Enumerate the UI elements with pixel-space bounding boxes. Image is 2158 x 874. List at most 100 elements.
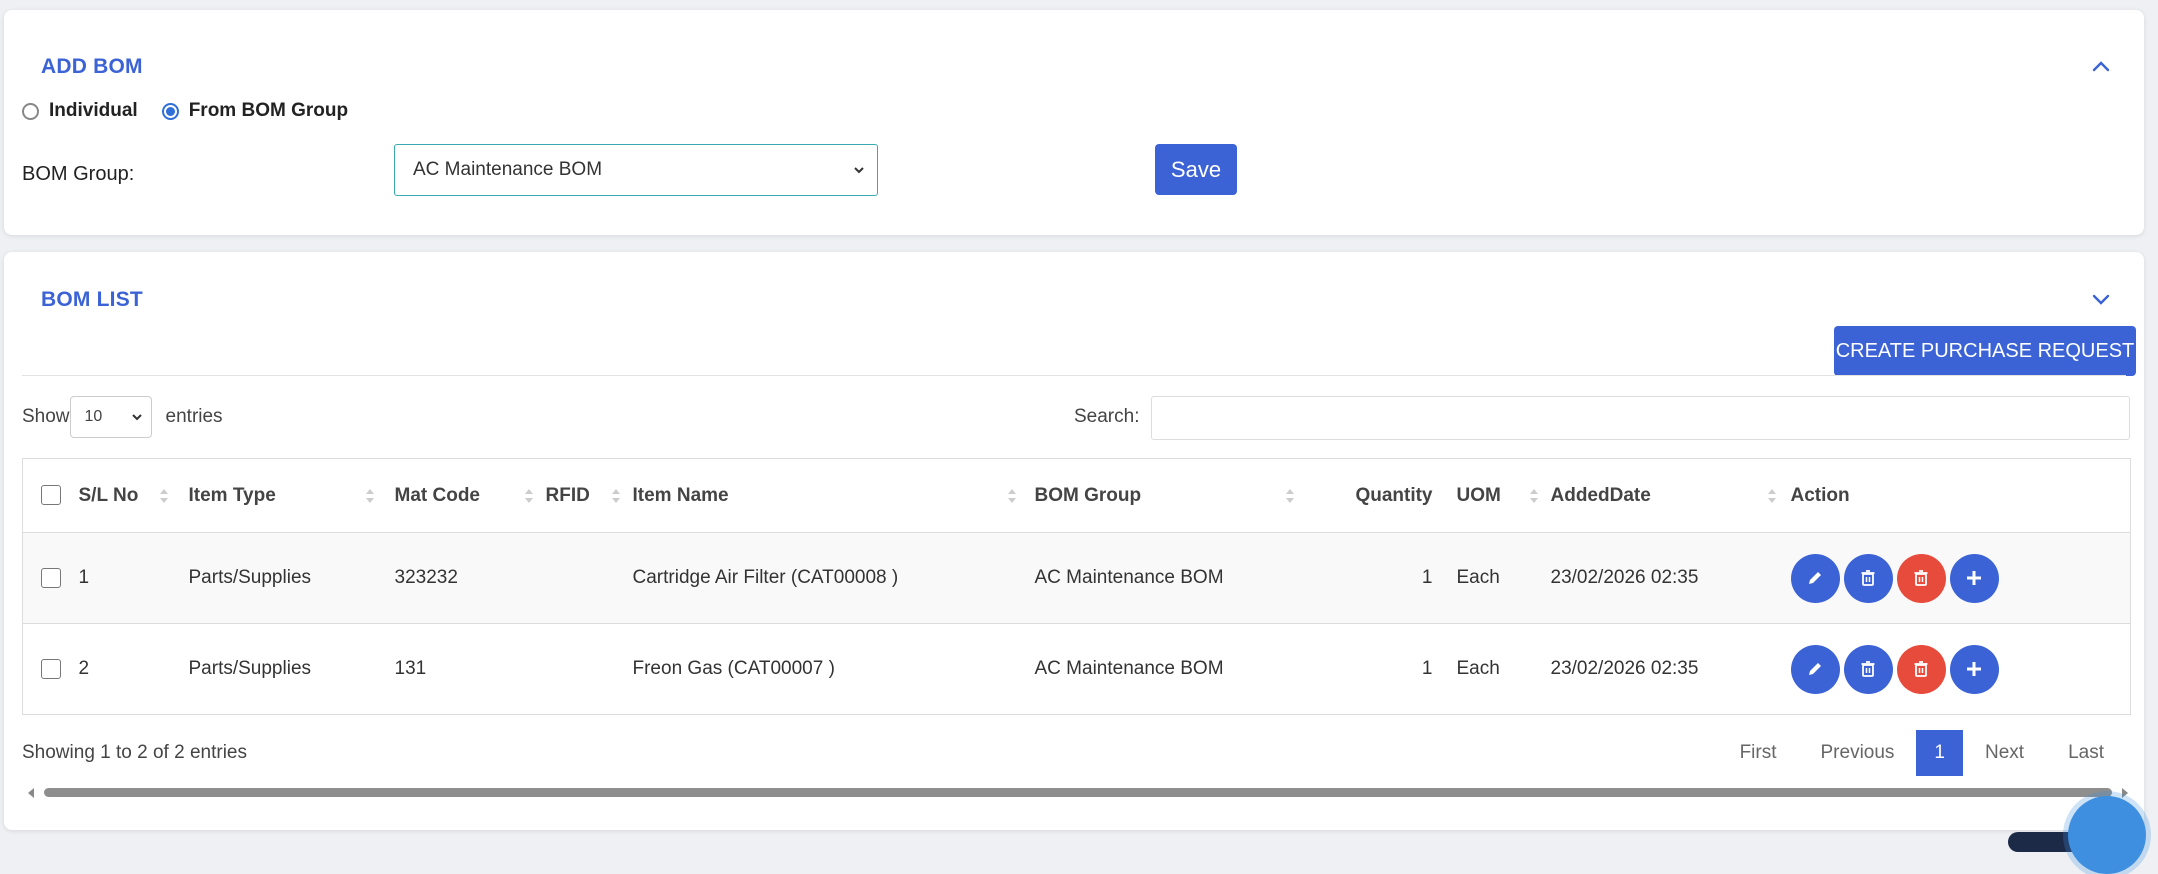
col-header-quantity[interactable]: Quantity [1307, 459, 1457, 533]
bom-group-radio-label[interactable]: From BOM Group [189, 100, 348, 122]
cell-actions [1790, 533, 2131, 624]
col-header-label: S/L No [78, 484, 139, 506]
sort-icon [1007, 488, 1016, 503]
cell-sl: 1 [78, 567, 90, 588]
pager-current-page[interactable]: 1 [1916, 730, 1963, 776]
cell-item-name: Cartridge Air Filter (CAT00008 ) [632, 567, 899, 588]
cell-uom: Each [1456, 658, 1500, 679]
entries-length-control: Show 10 entries [22, 396, 223, 438]
col-header-label: RFID [545, 484, 590, 506]
cell-added-date: 23/02/2026 02:35 [1550, 658, 1699, 679]
remove-button[interactable] [1843, 553, 1893, 603]
cell-mat-code: 323232 [394, 567, 458, 588]
trash-icon [1861, 661, 1875, 677]
cell-item-name: Freon Gas (CAT00007 ) [632, 658, 835, 679]
entries-label: entries [165, 406, 223, 427]
divider [22, 375, 2126, 376]
entries-select[interactable]: 10 [69, 396, 152, 438]
col-header-label: Item Name [632, 484, 729, 506]
bom-group-select-value: AC Maintenance BOM [413, 159, 603, 180]
entries-select-value: 10 [84, 408, 103, 425]
trash-icon [1861, 570, 1875, 586]
create-purchase-request-button[interactable]: CREATE PURCHASE REQUEST [1834, 326, 2136, 376]
edit-icon [1809, 663, 1821, 675]
cell-actions [1790, 624, 2131, 715]
col-header-label: Mat Code [394, 484, 481, 506]
table-header-row: S/L No Item Type Mat Code RFID Item Name [22, 458, 2131, 533]
col-header-label: AddedDate [1550, 484, 1651, 506]
edit-button[interactable] [1790, 644, 1840, 694]
pagination: First Previous 1 Next Last [1718, 730, 2126, 776]
add-bom-card: ADD BOM Individual From BOM Group BOM Gr… [4, 10, 2144, 235]
pager-last[interactable]: Last [2046, 730, 2126, 776]
cell-rfid [546, 533, 633, 624]
table-row: 1 Parts/Supplies 323232 Cartridge Air Fi… [22, 532, 2131, 624]
edit-button[interactable] [1790, 553, 1840, 603]
col-header-rfid[interactable]: RFID [546, 459, 633, 533]
col-header-added-date[interactable]: AddedDate [1551, 459, 1791, 533]
cell-quantity: 1 [1421, 658, 1433, 679]
search-input[interactable] [1151, 396, 2130, 440]
sort-icon [159, 488, 168, 503]
col-header-label: UOM [1456, 484, 1501, 506]
delete-button[interactable] [1896, 644, 1946, 694]
individual-radio-label[interactable]: Individual [49, 100, 138, 122]
horizontal-scrollbar[interactable] [24, 785, 2132, 799]
bom-group-radio[interactable] [161, 102, 179, 120]
chevron-up-icon[interactable] [2090, 55, 2112, 77]
col-header-item-type[interactable]: Item Type [189, 459, 395, 533]
chevron-down-icon [131, 414, 142, 421]
bom-group-select[interactable]: AC Maintenance BOM [394, 144, 878, 196]
pager-next[interactable]: Next [1963, 730, 2046, 776]
cell-item-type: Parts/Supplies [188, 658, 312, 679]
scroll-left-icon[interactable] [28, 788, 34, 798]
col-header-item-name[interactable]: Item Name [633, 459, 1035, 533]
delete-button[interactable] [1896, 553, 1946, 603]
table-row: 2 Parts/Supplies 131 Freon Gas (CAT00007… [22, 623, 2131, 715]
bom-list-title: BOM LIST [41, 288, 143, 311]
bom-group-label: BOM Group: [22, 163, 135, 185]
chevron-down-icon[interactable] [2090, 288, 2112, 310]
chat-icon[interactable] [2068, 796, 2146, 874]
cell-bom-group: AC Maintenance BOM [1034, 567, 1224, 588]
remove-button[interactable] [1843, 644, 1893, 694]
col-header-label: BOM Group [1034, 484, 1142, 506]
cell-item-type: Parts/Supplies [188, 567, 312, 588]
bom-source-radio-group: Individual From BOM Group [22, 100, 372, 122]
col-header-sl[interactable]: S/L No [79, 459, 189, 533]
pager-first[interactable]: First [1718, 730, 1799, 776]
save-button[interactable]: Save [1155, 144, 1237, 195]
cell-sl: 2 [78, 658, 90, 679]
col-header-bom-group[interactable]: BOM Group [1035, 459, 1307, 533]
col-header-action: Action [1791, 459, 2131, 533]
add-bom-title: ADD BOM [41, 55, 143, 78]
cell-quantity: 1 [1421, 567, 1433, 588]
row-checkbox[interactable] [40, 567, 61, 588]
table-info: Showing 1 to 2 of 2 entries [22, 742, 247, 763]
search-label: Search: [1074, 406, 1140, 427]
sort-icon [1529, 488, 1538, 503]
plus-icon [1967, 662, 1981, 676]
add-button[interactable] [1949, 553, 1999, 603]
pager-previous[interactable]: Previous [1799, 730, 1917, 776]
sort-icon [524, 488, 533, 503]
cell-uom: Each [1456, 567, 1500, 588]
delete-icon [1914, 661, 1928, 677]
plus-icon [1967, 571, 1981, 585]
col-header-mat-code[interactable]: Mat Code [395, 459, 546, 533]
col-header-label: Action [1790, 484, 1850, 506]
chevron-down-icon [854, 167, 864, 174]
scroll-thumb[interactable] [44, 788, 2112, 797]
row-checkbox[interactable] [40, 658, 61, 679]
scroll-right-icon[interactable] [2122, 788, 2128, 798]
select-all-checkbox[interactable] [40, 485, 61, 506]
show-label: Show [22, 406, 70, 427]
individual-radio[interactable] [22, 102, 39, 120]
col-header-uom[interactable]: UOM [1457, 459, 1551, 533]
add-button[interactable] [1949, 644, 1999, 694]
edit-icon [1809, 572, 1821, 584]
bom-table: S/L No Item Type Mat Code RFID Item Name [22, 458, 2131, 715]
sort-icon [611, 488, 620, 503]
sort-icon [1767, 488, 1776, 503]
cell-bom-group: AC Maintenance BOM [1034, 658, 1224, 679]
